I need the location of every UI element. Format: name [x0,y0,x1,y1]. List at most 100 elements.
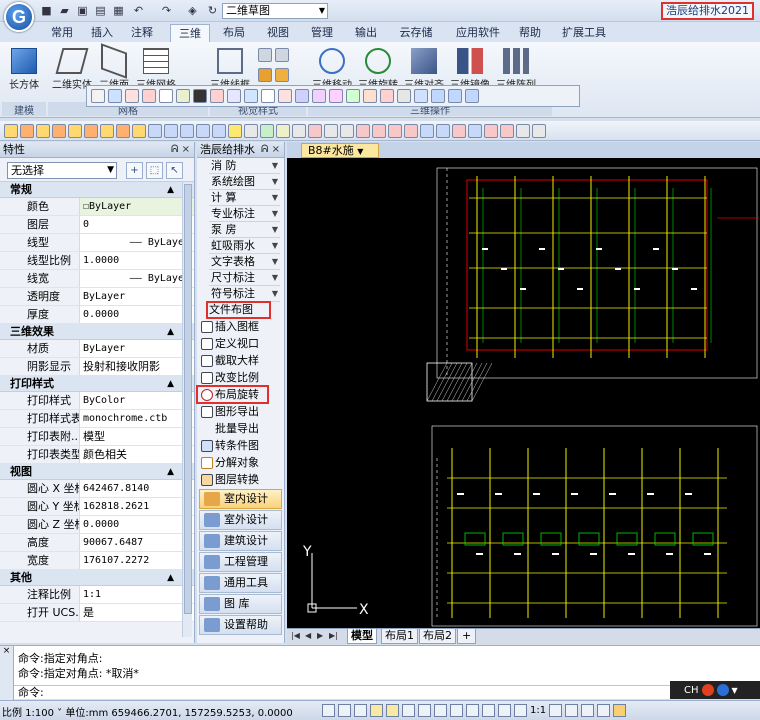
prop-row[interactable]: 注释比例 1:1 [0,586,194,604]
cmd-insert-frame[interactable]: 插入图框 [197,318,284,335]
prop-row[interactable]: 线宽 —— ByLayer [0,270,194,288]
object-snap-icon[interactable] [370,704,383,717]
prop-row[interactable]: 圆心 X 坐标 642467.8140 [0,480,194,498]
section-general[interactable]: 常规 ▲ [0,182,194,198]
annotation-auto-icon[interactable] [549,704,563,717]
break-icon[interactable] [356,123,370,138]
cat-general-tools[interactable]: 通用工具 [199,573,282,593]
menu-siphon-rain[interactable]: 虹吸雨水 ▼ [209,238,280,254]
tab-layout[interactable]: 布局 [214,24,254,42]
prop-row[interactable]: 打印表类型 颜色相关 [0,446,194,464]
clean-screen-icon[interactable] [613,704,627,717]
prop-row[interactable]: 线型 —— ByLayer [0,234,194,252]
layer-change-icon[interactable] [212,123,226,138]
extend-icon[interactable] [388,123,402,138]
fullscreen-icon[interactable] [597,704,611,717]
pump-icon[interactable] [484,123,498,138]
redo-icon[interactable]: ↷ [160,4,173,17]
layer-icon[interactable] [125,89,139,103]
prop-row[interactable]: 厚度 0.0000 [0,306,194,324]
prop-row[interactable]: 颜色 ☐ByLayer [0,198,194,216]
cat-building-design[interactable]: 建筑设计 [199,531,282,551]
cmd-define-viewport[interactable]: 定义视口 [197,335,284,352]
align-icon[interactable] [346,89,360,103]
bulb-icon[interactable] [228,123,242,138]
valve-icon[interactable] [468,123,482,138]
scrollbar-thumb[interactable] [184,184,192,614]
cube-wire-icon[interactable] [258,48,272,62]
prop-row[interactable]: 打印样式表 monochrome.ctb [0,410,194,428]
equal-icon[interactable] [397,89,411,103]
snap-icon[interactable] [4,123,18,138]
menu-file-layout[interactable]: 文件布图 [206,301,271,319]
cmd-explode-object[interactable]: 分解对象 [197,454,284,471]
not-equal-icon[interactable] [340,123,354,138]
grid-display-icon[interactable] [322,704,335,717]
help-icon[interactable] [716,684,729,696]
cat-exterior-design[interactable]: 室外设计 [199,510,282,530]
grip-icon[interactable] [91,89,105,103]
panel-controls[interactable]: ᕱ × [261,142,280,157]
tab-output[interactable]: 输出 [346,24,386,42]
layout-icon[interactable] [227,89,241,103]
tab-layout1[interactable]: 布局1 [381,629,418,644]
cat-library[interactable]: 图 库 [199,594,282,614]
prop-row[interactable]: 圆心 Z 坐标 0.0000 [0,516,194,534]
selection-combo[interactable]: 无选择 ▼ [7,162,117,179]
undo-icon[interactable]: ↶ [132,4,145,17]
prop-row[interactable]: 材质 ByLayer [0,340,194,358]
tab-cloud[interactable]: 云存储 [392,24,440,42]
menu-pump-room[interactable]: 泵 房 ▼ [209,222,280,238]
command-input[interactable]: 命令: [14,685,670,700]
tab-annotate[interactable]: 注释 [124,24,160,42]
layer-match-icon[interactable] [148,123,162,138]
prop-row[interactable]: 透明度 ByLayer [0,288,194,306]
save-as-icon[interactable]: ▤ [94,4,107,17]
lineweight-icon[interactable] [434,704,447,717]
window-icon[interactable] [244,89,258,103]
settings-icon[interactable]: ◈ [186,4,199,17]
cube-realistic-icon[interactable] [275,68,289,82]
cat-settings-help[interactable]: 设置帮助 [199,615,282,635]
layer-freeze-icon[interactable] [52,123,66,138]
dynamic-ucs-icon[interactable] [402,704,415,717]
table-icon[interactable] [431,89,445,103]
menu-text-table[interactable]: 文字表格 ▼ [209,254,280,270]
cube-hidden-icon[interactable] [275,48,289,62]
more-icon[interactable] [532,123,546,138]
cmd-layer-convert[interactable]: 图层转换 [197,471,284,488]
layer-unlock-icon[interactable] [100,123,114,138]
document-tab[interactable]: B8#水施 ▼ [301,143,379,158]
fillet-icon[interactable] [363,89,377,103]
sphere-icon[interactable] [312,89,326,103]
pencil-icon[interactable] [159,89,173,103]
axis-icon[interactable] [278,89,292,103]
refresh-icon[interactable]: ↻ [206,4,219,17]
cmd-graphic-export[interactable]: 图形导出 [197,403,284,420]
tab-extensions[interactable]: 扩展工具 [556,24,612,42]
menu-calculation[interactable]: 计 算 ▼ [209,190,280,206]
menu-dimension[interactable]: 尺寸标注 ▼ [209,270,280,286]
rect-icon[interactable] [516,123,530,138]
cmd-condition-drawing[interactable]: 转条件图 [197,437,284,454]
parallel-icon[interactable] [324,123,338,138]
model-space-icon[interactable] [498,704,511,717]
close-icon[interactable]: × [3,646,11,656]
snap-tracking-icon[interactable] [386,704,399,717]
tab-model[interactable]: 模型 [347,629,377,644]
tab-home[interactable]: 常用 [44,24,80,42]
arrow-flag-icon[interactable] [260,123,274,138]
copy-icon[interactable] [142,89,156,103]
new-file-icon[interactable]: ■ [40,4,53,17]
command-line-grip[interactable]: × [0,646,14,700]
prop-row[interactable]: 阴影显示 投射和接收阴影 [0,358,194,376]
drawing-canvas[interactable]: Y X [287,158,760,628]
flag-icon[interactable] [500,123,514,138]
mark-icon[interactable] [295,89,309,103]
explode-icon[interactable] [420,123,434,138]
brush-icon[interactable] [276,123,290,138]
eraser-icon[interactable] [292,123,306,138]
tab-apps[interactable]: 应用软件 [448,24,508,42]
layer-off-icon[interactable] [36,123,50,138]
lock-icon[interactable] [581,704,595,717]
